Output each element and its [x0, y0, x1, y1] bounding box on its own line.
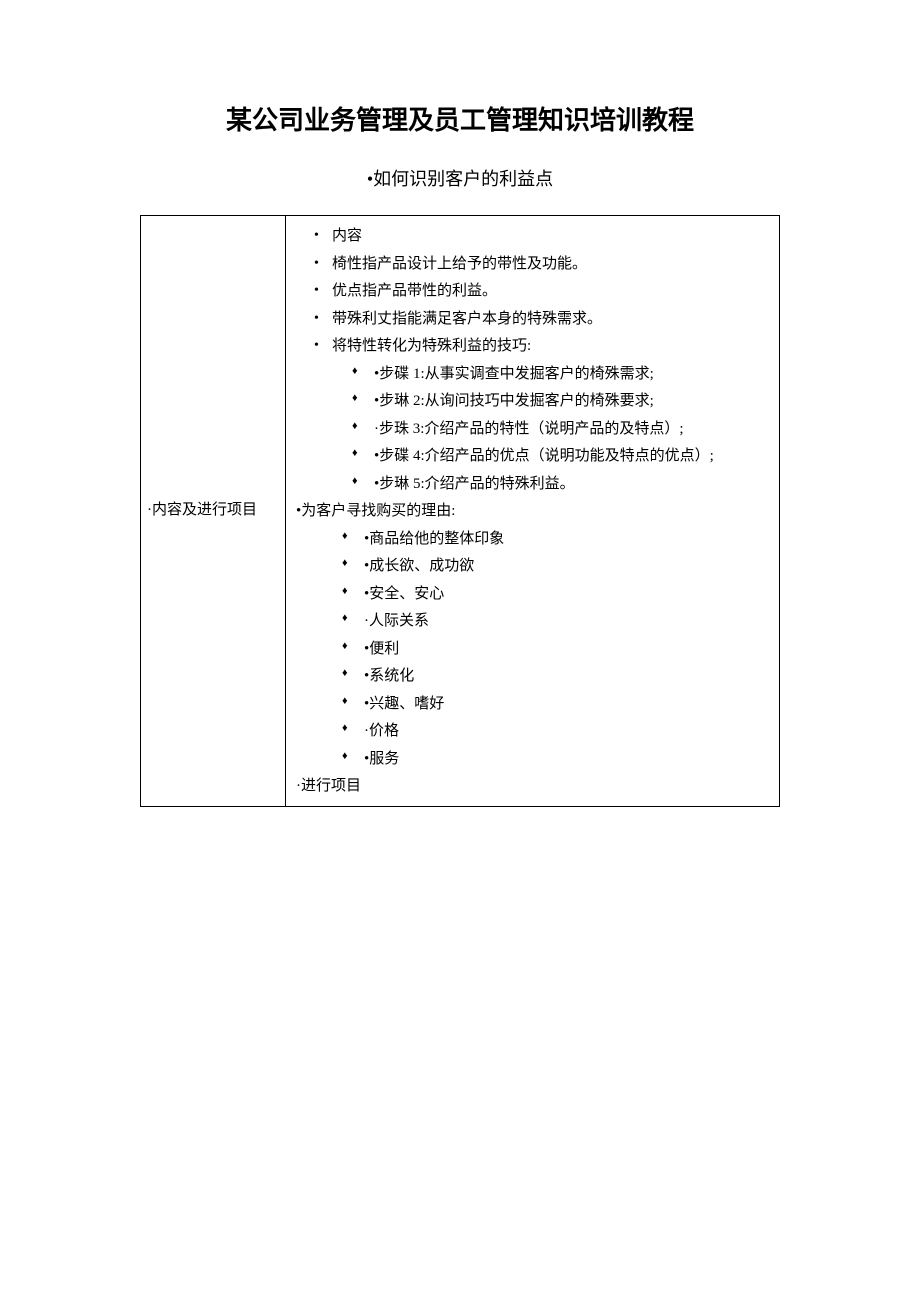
list-item: •安全、安心: [334, 582, 769, 608]
list-item-label: 将特性转化为特殊利益的技巧:: [332, 338, 531, 354]
list-item: 将特性转化为特殊利益的技巧: •步碟 1:从事实调查中发掘客户的椅殊需求; •步…: [306, 334, 769, 497]
list-item: 优点指产品带性的利益。: [306, 279, 769, 305]
content-cell: 内容 椅性指产品设计上给予的带性及功能。 优点指产品带性的利益。 带殊利丈指能满…: [286, 216, 780, 807]
list-item: ·价格: [334, 719, 769, 745]
content-table: ·内容及进行项目 内容 椅性指产品设计上给予的带性及功能。 优点指产品带性的利益…: [140, 215, 780, 807]
page-subtitle: •如何识别客户的利益点: [140, 165, 780, 191]
list-item: 椅性指产品设计上给予的带性及功能。: [306, 252, 769, 278]
reasons-list: •商品给他的整体印象 •成长欲、成功欲 •安全、安心 ·人际关系 •便利 •系统…: [334, 527, 769, 773]
page-title: 某公司业务管理及员工管理知识培训教程: [140, 100, 780, 137]
reason-title: •为客户寻找购买的理由:: [296, 503, 455, 519]
list-item: •系统化: [334, 664, 769, 690]
list-item: 带殊利丈指能满足客户本身的特殊需求。: [306, 307, 769, 333]
list-item: •步琳 5:介绍产品的特殊利益。: [344, 472, 769, 498]
table-row: ·内容及进行项目 内容 椅性指产品设计上给予的带性及功能。 优点指产品带性的利益…: [141, 216, 780, 807]
list-item: •便利: [334, 637, 769, 663]
list-item: •步琳 2:从询问技巧中发掘客户的椅殊要求;: [344, 389, 769, 415]
list-item: •商品给他的整体印象: [334, 527, 769, 553]
list-item: ·步珠 3:介绍产品的特性（说明产品的及特点）;: [344, 417, 769, 443]
list-item: •服务: [334, 747, 769, 773]
list-item: ·人际关系: [334, 609, 769, 635]
reason-heading: •为客户寻找购买的理由: •商品给他的整体印象 •成长欲、成功欲 •安全、安心 …: [296, 499, 769, 772]
footer-text: ·进行项目: [296, 774, 769, 800]
left-label-cell: ·内容及进行项目: [141, 216, 286, 807]
list-item: •步碟 1:从事实调查中发掘客户的椅殊需求;: [344, 362, 769, 388]
list-item: •步碟 4:介绍产品的优点（说明功能及特点的优点）;: [344, 444, 769, 470]
steps-list: •步碟 1:从事实调查中发掘客户的椅殊需求; •步琳 2:从询问技巧中发掘客户的…: [344, 362, 769, 498]
list-item: 内容: [306, 224, 769, 250]
list-item: •成长欲、成功欲: [334, 554, 769, 580]
top-bullets: 内容 椅性指产品设计上给予的带性及功能。 优点指产品带性的利益。 带殊利丈指能满…: [306, 224, 769, 772]
list-item: •兴趣、嗜好: [334, 692, 769, 718]
